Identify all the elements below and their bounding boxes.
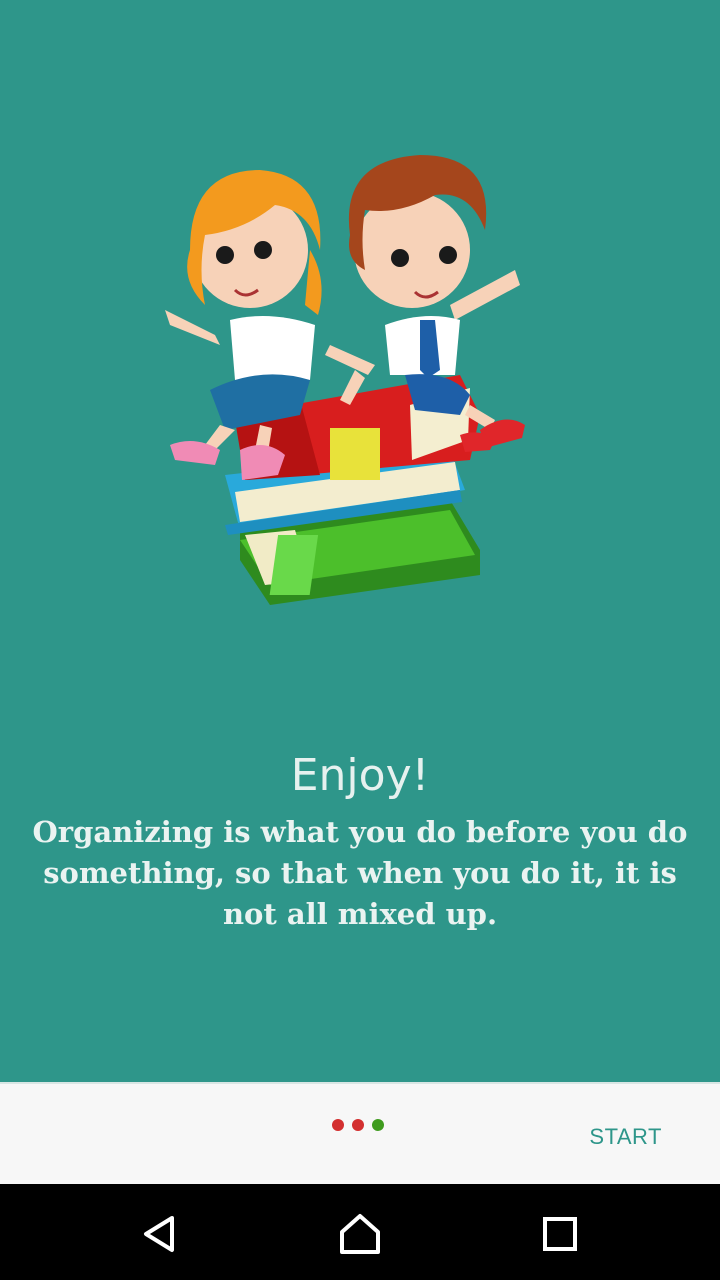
start-button[interactable]: START <box>589 1124 662 1150</box>
back-triangle-icon <box>144 1216 174 1252</box>
page-indicator <box>332 1119 384 1133</box>
recents-button[interactable] <box>538 1212 582 1256</box>
intro-slide: Enjoy! Organizing is what you do before … <box>0 0 720 1082</box>
pager-bar: START <box>0 1082 720 1184</box>
page-dot-3-active[interactable] <box>372 1119 384 1131</box>
back-button[interactable] <box>138 1212 182 1256</box>
recents-square-icon <box>543 1217 577 1251</box>
kids-on-books-illustration <box>165 155 525 605</box>
intro-description: Organizing is what you do before you do … <box>32 815 688 931</box>
intro-title: Enjoy! <box>290 750 430 801</box>
system-navigation-bar <box>0 1184 720 1280</box>
home-button[interactable] <box>338 1212 382 1256</box>
page-dot-2[interactable] <box>352 1119 364 1131</box>
home-icon <box>340 1214 380 1254</box>
page-dot-1[interactable] <box>332 1119 344 1131</box>
